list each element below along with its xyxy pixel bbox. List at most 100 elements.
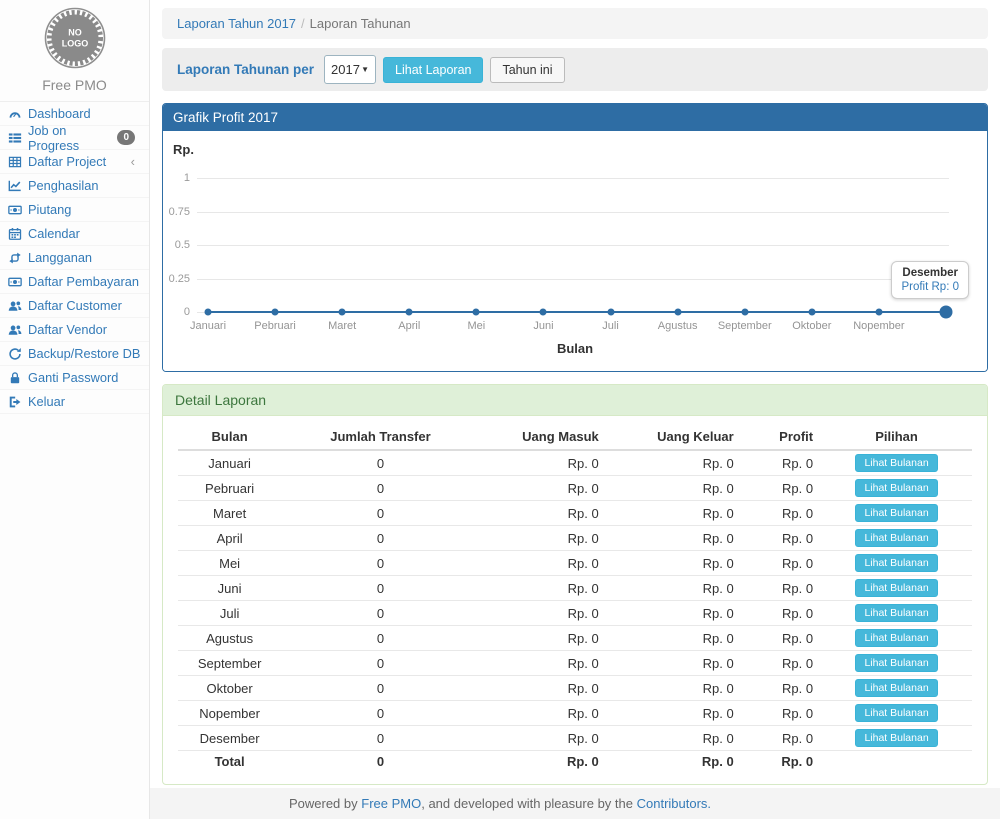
chart-point-maret[interactable] [339, 309, 346, 316]
chart-point-april[interactable] [406, 309, 413, 316]
total-profit-cell: Rp. 0 [742, 751, 821, 773]
action-cell: Lihat Bulanan [821, 576, 972, 601]
lihat-bulanan-button[interactable]: Lihat Bulanan [855, 679, 937, 697]
sidebar-item-ganti-password[interactable]: Ganti Password [0, 366, 149, 390]
main-content: Laporan Tahun 2017/Laporan Tahunan Lapor… [150, 0, 1000, 797]
lihat-bulanan-button[interactable]: Lihat Bulanan [855, 604, 937, 622]
uang_masuk-cell: Rp. 0 [480, 450, 607, 476]
sidebar-item-label: Daftar Pembayaran [28, 274, 139, 289]
sidebar-item-calendar[interactable]: Calendar [0, 222, 149, 246]
lock-icon [8, 371, 22, 385]
action-cell: Lihat Bulanan [821, 551, 972, 576]
users-icon [8, 323, 22, 337]
footer-link-free-pmo[interactable]: Free PMO [361, 796, 421, 811]
chart-x-tick-label: Juli [602, 320, 619, 332]
table-icon [8, 155, 22, 169]
sidebar-item-label: Backup/Restore DB [28, 346, 140, 361]
sidebar-item-daftar-pembayaran[interactable]: Daftar Pembayaran [0, 270, 149, 294]
logo-box: NO LOGO Free PMO [0, 0, 149, 102]
refresh-icon [8, 347, 22, 361]
lihat-bulanan-button[interactable]: Lihat Bulanan [855, 704, 937, 722]
sidebar-item-daftar-vendor[interactable]: Daftar Vendor [0, 318, 149, 342]
chart-point-januari[interactable] [205, 309, 212, 316]
action-cell: Lihat Bulanan [821, 450, 972, 476]
uang_keluar-cell: Rp. 0 [607, 576, 742, 601]
jumlah_transfer-cell: 0 [281, 726, 480, 751]
profit-cell: Rp. 0 [742, 551, 821, 576]
lihat-bulanan-button[interactable]: Lihat Bulanan [855, 504, 937, 522]
lihat-bulanan-button[interactable]: Lihat Bulanan [855, 554, 937, 572]
lihat-bulanan-button[interactable]: Lihat Bulanan [855, 654, 937, 672]
table-row: Nopember0Rp. 0Rp. 0Rp. 0Lihat Bulanan [178, 701, 972, 726]
uang_keluar-cell: Rp. 0 [607, 526, 742, 551]
repeat-icon [8, 251, 22, 265]
chart-x-tick-label: September [718, 320, 772, 332]
bulan-cell: Oktober [178, 676, 281, 701]
detail-report-panel: Detail Laporan BulanJumlah TransferUang … [162, 384, 988, 785]
breadcrumb-separator: / [301, 16, 305, 31]
lihat-bulanan-button[interactable]: Lihat Bulanan [855, 579, 937, 597]
sidebar-menu: DashboardJob on Progress0Daftar Project‹… [0, 102, 149, 414]
chart-point-oktober[interactable] [808, 309, 815, 316]
chart-y-tick-label: 0.25 [163, 273, 190, 285]
total-empty-cell [821, 751, 972, 773]
money-icon [8, 203, 22, 217]
bulan-cell: Pebruari [178, 476, 281, 501]
chart-panel-title: Grafik Profit 2017 [163, 104, 987, 131]
tahun-ini-button[interactable]: Tahun ini [490, 57, 564, 83]
year-select[interactable]: 2017 ▼ [324, 55, 376, 84]
action-cell: Lihat Bulanan [821, 626, 972, 651]
chart-point-nopember[interactable] [875, 309, 882, 316]
breadcrumb-link-laporan-tahun[interactable]: Laporan Tahun 2017 [177, 16, 296, 31]
table-row: September0Rp. 0Rp. 0Rp. 0Lihat Bulanan [178, 651, 972, 676]
footer-text-prefix: Powered by [289, 796, 358, 811]
chart-point-agustus[interactable] [674, 309, 681, 316]
table-row: Desember0Rp. 0Rp. 0Rp. 0Lihat Bulanan [178, 726, 972, 751]
chart-point-september[interactable] [741, 309, 748, 316]
bulan-cell: Maret [178, 501, 281, 526]
bulan-cell: Desember [178, 726, 281, 751]
sidebar-item-backup-restore-db[interactable]: Backup/Restore DB [0, 342, 149, 366]
brand-name: Free PMO [0, 77, 149, 93]
uang_keluar-cell: Rp. 0 [607, 676, 742, 701]
sidebar-item-label: Piutang [28, 202, 71, 217]
profit-cell: Rp. 0 [742, 626, 821, 651]
detail-panel-title: Detail Laporan [163, 385, 987, 416]
sidebar-item-daftar-customer[interactable]: Daftar Customer [0, 294, 149, 318]
table-row: Juli0Rp. 0Rp. 0Rp. 0Lihat Bulanan [178, 601, 972, 626]
profit-cell: Rp. 0 [742, 676, 821, 701]
sidebar-item-piutang[interactable]: Piutang [0, 198, 149, 222]
chart-point-pebruari[interactable] [272, 309, 279, 316]
profit-cell: Rp. 0 [742, 726, 821, 751]
chart-point-desember[interactable] [940, 306, 953, 319]
lihat-bulanan-button[interactable]: Lihat Bulanan [855, 729, 937, 747]
lihat-laporan-button[interactable]: Lihat Laporan [383, 57, 483, 83]
sidebar-item-penghasilan[interactable]: Penghasilan [0, 174, 149, 198]
footer-link-contributors[interactable]: Contributors. [637, 796, 711, 811]
detail-panel-body: BulanJumlah TransferUang MasukUang Kelua… [163, 416, 987, 784]
chart-tooltip-value: Profit Rp: 0 [901, 281, 959, 293]
chart-tooltip: Desember Profit Rp: 0 [891, 261, 969, 299]
lihat-bulanan-button[interactable]: Lihat Bulanan [855, 629, 937, 647]
sidebar-item-label: Daftar Project [28, 154, 106, 169]
svg-text:NO: NO [68, 28, 82, 38]
jumlah_transfer-cell: 0 [281, 450, 480, 476]
chart-point-juni[interactable] [540, 309, 547, 316]
chart-point-juli[interactable] [607, 309, 614, 316]
chart-point-mei[interactable] [473, 309, 480, 316]
table-row: Mei0Rp. 0Rp. 0Rp. 0Lihat Bulanan [178, 551, 972, 576]
table-row: Juni0Rp. 0Rp. 0Rp. 0Lihat Bulanan [178, 576, 972, 601]
jumlah_transfer-cell: 0 [281, 476, 480, 501]
chart-y-tick-label: 0.75 [163, 206, 190, 218]
footer: Powered by Free PMO, and developed with … [150, 788, 1000, 819]
sidebar-item-langganan[interactable]: Langganan [0, 246, 149, 270]
jumlah_transfer-cell: 0 [281, 651, 480, 676]
sidebar-item-job-on-progress[interactable]: Job on Progress0 [0, 126, 149, 150]
lihat-bulanan-button[interactable]: Lihat Bulanan [855, 454, 937, 472]
lihat-bulanan-button[interactable]: Lihat Bulanan [855, 529, 937, 547]
uang_masuk-cell: Rp. 0 [480, 476, 607, 501]
table-row: Pebruari0Rp. 0Rp. 0Rp. 0Lihat Bulanan [178, 476, 972, 501]
sidebar-item-daftar-project[interactable]: Daftar Project‹ [0, 150, 149, 174]
sidebar-item-keluar[interactable]: Keluar [0, 390, 149, 414]
lihat-bulanan-button[interactable]: Lihat Bulanan [855, 479, 937, 497]
